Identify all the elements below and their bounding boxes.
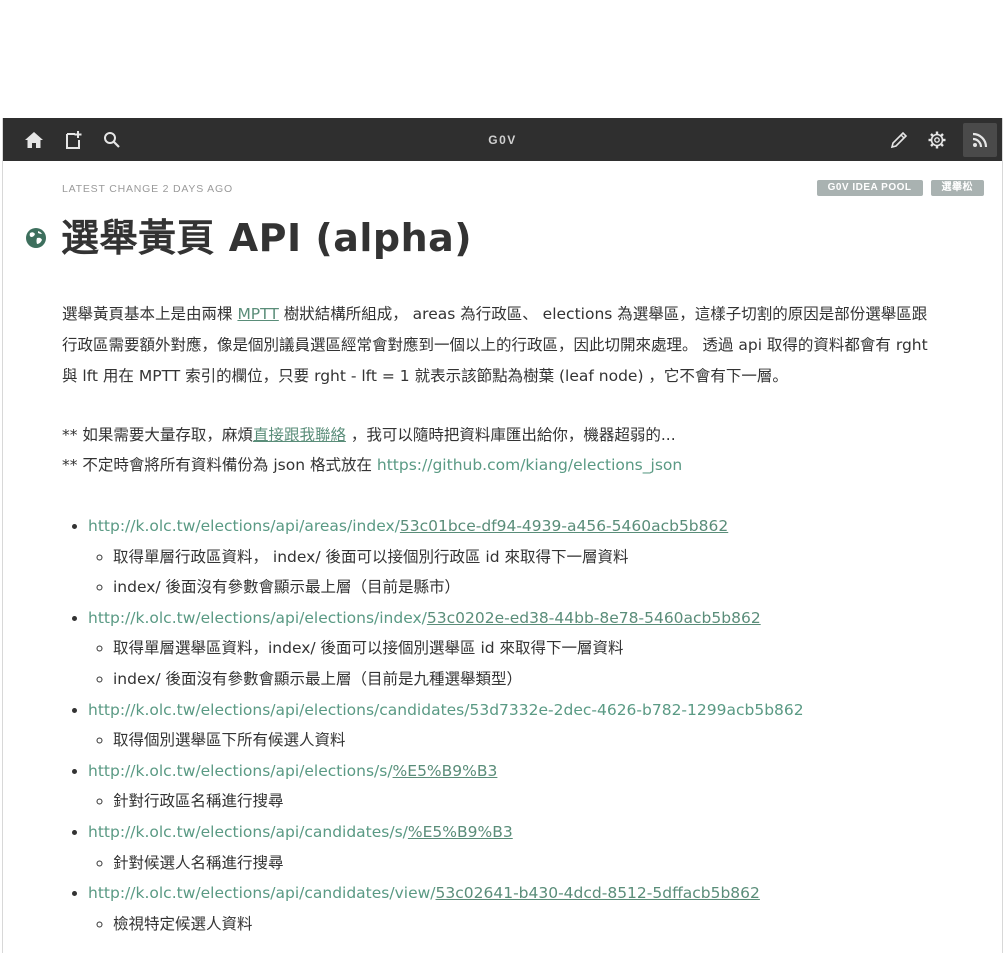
note-backup-prefix: ** 不定時會將所有資料備份為 json 格式放在 (62, 456, 377, 474)
endpoint-id: %E5%B9%B3 (407, 822, 513, 841)
endpoint-item: http://k.olc.tw/elections/api/candidates… (88, 878, 942, 939)
endpoint-link[interactable]: http://k.olc.tw/elections/api/elections/… (88, 762, 497, 780)
endpoint-base: http://k.olc.tw/elections/api/elections/… (88, 608, 427, 627)
endpoint-link[interactable]: http://k.olc.tw/elections/api/areas/inde… (88, 517, 728, 535)
site-title: G0V (488, 133, 517, 147)
edit-icon[interactable] (879, 118, 919, 161)
endpoint-id: 53c0202e-ed38-44bb-8e78-5460acb5b862 (426, 608, 761, 627)
page-content: LATEST CHANGE 2 DAYS AGO G0V IDEA POOL 選… (3, 161, 1002, 953)
latest-change: LATEST CHANGE 2 DAYS AGO (62, 183, 233, 195)
search-icon[interactable] (92, 118, 132, 161)
list-item: index/ 後面沒有參數會顯示最上層（目前是縣市） (113, 572, 942, 603)
tag-list: G0V IDEA POOL 選舉松 (816, 180, 984, 196)
endpoint-item: http://k.olc.tw/elections/api/elections/… (88, 695, 942, 756)
endpoint-item: http://k.olc.tw/elections/api/areas/inde… (88, 511, 942, 603)
add-page-icon[interactable] (54, 118, 94, 161)
page-title: 選舉黃頁 API (alpha) (61, 216, 473, 260)
endpoint-notes: 針對候選人名稱進行搜尋 (88, 848, 942, 879)
endpoint-id: 53c02641-b430-4dcd-8512-5dffacb5b862 (435, 884, 760, 903)
rss-icon (972, 132, 988, 148)
endpoint-base: http://k.olc.tw/elections/api/candidates… (88, 822, 408, 841)
endpoint-base: http://k.olc.tw/elections/api/elections/… (88, 761, 393, 780)
list-item: 取得單層選舉區資料，index/ 後面可以接個別選舉區 id 來取得下一層資料 (113, 633, 942, 664)
endpoint-item: http://k.olc.tw/elections/api/elections/… (88, 603, 942, 695)
article-body: 選舉黃頁基本上是由兩棵 MPTT 樹狀結構所組成， areas 為行政區、 el… (62, 299, 942, 939)
endpoint-link[interactable]: http://k.olc.tw/elections/api/candidates… (88, 823, 513, 841)
list-item: index/ 後面沒有參數會顯示最上層（目前是九種選舉類型） (113, 664, 942, 695)
mptt-link[interactable]: MPTT (237, 305, 278, 323)
endpoint-link[interactable]: http://k.olc.tw/elections/api/elections/… (88, 609, 761, 627)
endpoint-notes: 取得單層行政區資料， index/ 後面可以接個別行政區 id 來取得下一層資料… (88, 542, 942, 603)
intro-paragraph: 選舉黃頁基本上是由兩棵 MPTT 樹狀結構所組成， areas 為行政區、 el… (62, 299, 942, 392)
list-item: 取得個別選舉區下所有候選人資料 (113, 725, 942, 756)
endpoint-id: %E5%B9%B3 (392, 761, 498, 780)
gear-icon[interactable] (917, 118, 957, 161)
list-item: 針對行政區名稱進行搜尋 (113, 786, 942, 817)
endpoint-base: http://k.olc.tw/elections/api/elections/… (88, 700, 804, 719)
note-contact: ** 如果需要大量存取，麻煩直接跟我聯絡 ，我可以隨時把資料庫匯出給你，機器超弱… (62, 420, 942, 450)
github-link[interactable]: https://github.com/kiang/elections_json (377, 456, 682, 474)
list-item: 針對候選人名稱進行搜尋 (113, 848, 942, 879)
endpoint-notes: 檢視特定候選人資料 (88, 909, 942, 940)
intro-text-1: 選舉黃頁基本上是由兩棵 (62, 305, 238, 323)
tag-g0v-idea-pool[interactable]: G0V IDEA POOL (816, 180, 923, 196)
list-item: 取得單層行政區資料， index/ 後面可以接個別行政區 id 來取得下一層資料 (113, 542, 942, 573)
tag-election[interactable]: 選舉松 (930, 180, 984, 196)
top-toolbar: G0V (3, 118, 1002, 161)
endpoint-link[interactable]: http://k.olc.tw/elections/api/elections/… (88, 701, 804, 719)
rss-button[interactable] (963, 123, 997, 157)
home-icon[interactable] (14, 118, 54, 161)
note-backup: ** 不定時會將所有資料備份為 json 格式放在 https://github… (62, 450, 942, 480)
endpoint-link[interactable]: http://k.olc.tw/elections/api/candidates… (88, 884, 760, 902)
endpoint-notes: 針對行政區名稱進行搜尋 (88, 786, 942, 817)
globe-icon (25, 227, 47, 249)
page-frame: G0V LATEST CHANGE 2 DAYS AGO G0V IDEA PO… (2, 118, 1003, 953)
endpoint-item: http://k.olc.tw/elections/api/candidates… (88, 817, 942, 878)
endpoint-notes: 取得單層選舉區資料，index/ 後面可以接個別選舉區 id 來取得下一層資料 … (88, 633, 942, 694)
endpoint-list: http://k.olc.tw/elections/api/areas/inde… (62, 511, 942, 939)
note-contact-suffix: ，我可以隨時把資料庫匯出給你，機器超弱的... (345, 426, 676, 444)
endpoint-base: http://k.olc.tw/elections/api/areas/inde… (88, 517, 400, 535)
endpoint-id: 53c01bce-df94-4939-a456-5460acb5b862 (399, 517, 729, 535)
list-item: 檢視特定候選人資料 (113, 909, 942, 940)
note-contact-prefix: ** 如果需要大量存取，麻煩 (62, 426, 253, 444)
endpoint-item: http://k.olc.tw/elections/api/elections/… (88, 756, 942, 817)
endpoint-base: http://k.olc.tw/elections/api/candidates… (88, 884, 436, 903)
contact-me-link[interactable]: 直接跟我聯絡 (253, 426, 346, 444)
endpoint-notes: 取得個別選舉區下所有候選人資料 (88, 725, 942, 756)
